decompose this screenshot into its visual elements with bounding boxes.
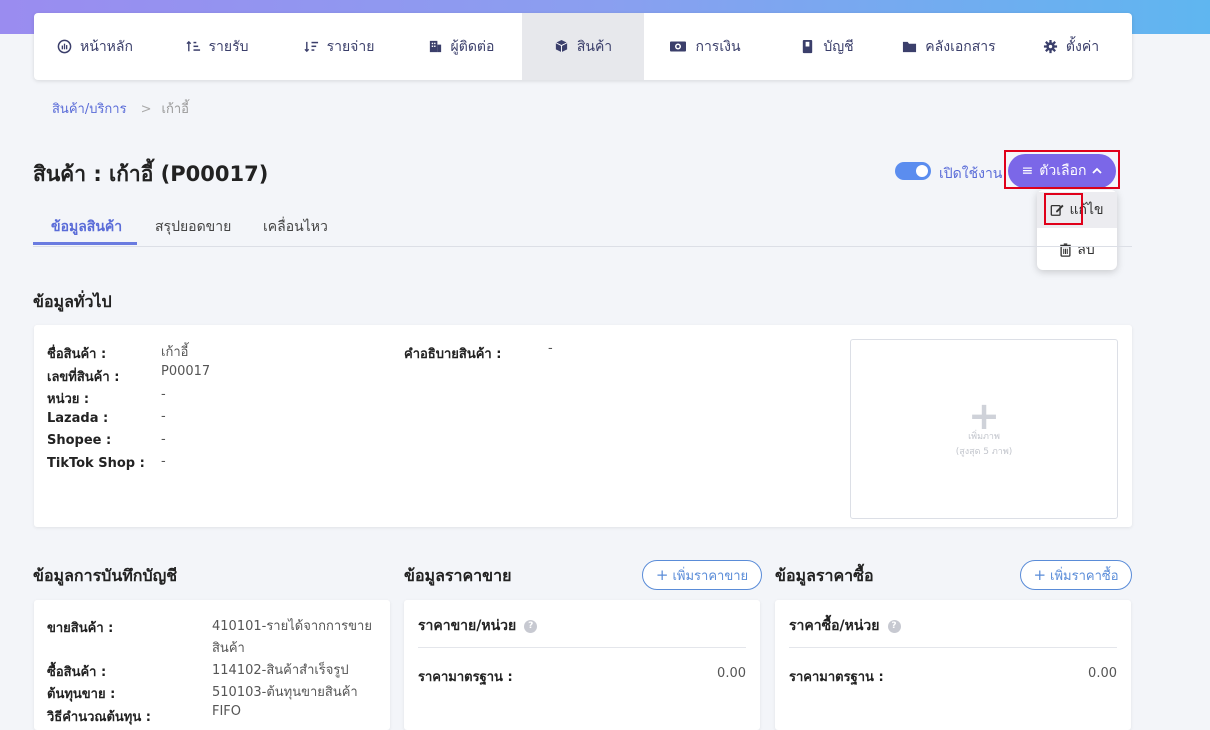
nav-contacts[interactable]: ผู้ติดต่อ (400, 13, 522, 80)
field-value: - (161, 387, 166, 402)
field-value: สินค้า (212, 641, 245, 656)
breadcrumb-parent-link[interactable]: สินค้า/บริการ (52, 102, 127, 117)
image-hint-line: เพิ่มภาพ (968, 432, 1000, 442)
nav-income[interactable]: รายรับ (156, 13, 278, 80)
nav-label: ผู้ติดต่อ (450, 38, 495, 55)
tab-sales-summary[interactable]: สรุปยอดขาย (155, 216, 231, 238)
page-title: สินค้า : เก้าอี้ (P00017) (33, 162, 269, 186)
field-label: วิธีคำนวณต้นทุน : (47, 710, 151, 725)
field-label: TikTok Shop : (47, 456, 145, 471)
image-hint: เพิ่มภาพ (สูงสุด 5 ภาพ) (851, 430, 1117, 460)
active-toggle-label: เปิดใช้งาน (939, 166, 1003, 182)
buy-price-subheading: ราคาซื้อ/หน่วย ? (789, 615, 901, 637)
tab-movements[interactable]: เคลื่อนไหว (263, 216, 328, 238)
nav-home[interactable]: หน้าหลัก (34, 13, 156, 80)
field-value: - (161, 409, 166, 424)
field-value: เก้าอี้ (161, 345, 189, 360)
buy-price-title: ข้อมูลราคาซื้อ (775, 566, 874, 585)
plus-icon: + (655, 566, 669, 584)
box-icon (555, 39, 568, 53)
field-value: FIFO (212, 704, 242, 719)
field-label: ขายสินค้า : (47, 621, 114, 636)
sale-price-subheading: ราคาขาย/หน่วย ? (418, 615, 538, 637)
folder-icon (903, 41, 917, 53)
money-icon (670, 41, 687, 52)
options-highlight-box (1004, 150, 1120, 189)
nav-label: การเงิน (695, 38, 741, 55)
add-image-area[interactable]: + เพิ่มภาพ (สูงสุด 5 ภาพ) (850, 339, 1118, 519)
nav-label: สินค้า (576, 38, 613, 55)
field-value: - (161, 432, 166, 447)
book-icon (803, 39, 813, 54)
description-value: - (548, 341, 553, 356)
gear-icon (1043, 39, 1057, 54)
help-icon[interactable]: ? (524, 619, 538, 633)
image-hint-line: (สูงสุด 5 ภาพ) (955, 447, 1013, 457)
field-label: Lazada : (47, 411, 109, 426)
nav-finance[interactable]: การเงิน (644, 13, 766, 80)
product-tabs: ข้อมูลสินค้า สรุปยอดขาย เคลื่อนไหว (33, 206, 1132, 247)
field-value: 510103-ต้นทุนขายสินค้า (212, 685, 358, 700)
add-sale-price-label: เพิ่มราคาขาย (672, 568, 749, 584)
sale-price-title: ข้อมูลราคาขาย (404, 566, 512, 585)
field-value: - (161, 454, 166, 469)
buy-price-subheading-text: ราคาซื้อ/หน่วย (789, 618, 880, 634)
field-label: หน่วย : (47, 392, 90, 407)
nav-label: คลังเอกสาร (925, 38, 996, 55)
active-toggle[interactable] (895, 162, 931, 180)
sale-price-card: ราคาขาย/หน่วย ? ราคามาตรฐาน : 0.00 (404, 600, 760, 730)
nav-label: ตั้งค่า (1065, 38, 1100, 55)
field-value: 410101-รายได้จากการขาย (212, 619, 372, 634)
field-value: P00017 (161, 364, 211, 379)
nav-label: หน้าหลัก (80, 38, 133, 55)
standard-price-label: ราคามาตรฐาน : (789, 670, 884, 685)
income-sort-icon (185, 40, 200, 52)
general-info-title: ข้อมูลทั่วไป (33, 292, 112, 311)
breadcrumb-separator: > (140, 102, 152, 117)
standard-price-label: ราคามาตรฐาน : (418, 670, 513, 685)
dashboard-icon (57, 39, 72, 54)
field-label: เลขที่สินค้า : (47, 370, 120, 385)
plus-icon: + (1033, 566, 1047, 584)
divider (418, 647, 746, 648)
field-value: 114102-สินค้าสำเร็จรูป (212, 663, 349, 678)
breadcrumb: สินค้า/บริการ > เก้าอี้ (52, 98, 189, 119)
expense-sort-icon (304, 41, 318, 53)
tab-product-info[interactable]: ข้อมูลสินค้า (51, 216, 122, 238)
accounting-title: ข้อมูลการบันทึกบัญชี (33, 566, 178, 585)
nav-accounts[interactable]: บัญชี (766, 13, 888, 80)
field-label: ต้นทุนขาย : (47, 687, 116, 702)
nav-label: รายรับ (208, 38, 249, 55)
standard-price-value: 0.00 (717, 666, 746, 681)
nav-expense[interactable]: รายจ่าย (278, 13, 400, 80)
field-label: ซื้อสินค้า : (47, 665, 107, 680)
sale-price-subheading-text: ราคาขาย/หน่วย (418, 618, 517, 634)
breadcrumb-current: เก้าอี้ (161, 102, 189, 117)
nav-products[interactable]: สินค้า (522, 13, 644, 80)
add-sale-price-button[interactable]: + เพิ่มราคาขาย (642, 560, 762, 590)
description-label: คำอธิบายสินค้า : (404, 347, 502, 362)
nav-settings[interactable]: ตั้งค่า (1010, 13, 1132, 80)
help-icon[interactable]: ? (887, 619, 901, 633)
add-buy-price-label: เพิ่มราคาซื้อ (1050, 568, 1119, 584)
nav-label: รายจ่าย (326, 38, 375, 55)
active-tab-indicator (33, 242, 137, 245)
field-label: Shopee : (47, 433, 112, 448)
standard-price-value: 0.00 (1088, 666, 1117, 681)
accounting-card: ขายสินค้า : 410101-รายได้จากการขาย สินค้… (34, 600, 390, 730)
nav-documents[interactable]: คลังเอกสาร (888, 13, 1010, 80)
divider (789, 647, 1117, 648)
field-label: ชื่อสินค้า : (47, 347, 107, 362)
buy-price-card: ราคาซื้อ/หน่วย ? ราคามาตรฐาน : 0.00 (775, 600, 1131, 730)
building-icon (429, 40, 441, 53)
main-nav: หน้าหลัก รายรับ รายจ่าย ผู้ติดต่อ สินค้า… (34, 13, 1132, 80)
add-buy-price-button[interactable]: + เพิ่มราคาซื้อ (1020, 560, 1132, 590)
nav-label: บัญชี (823, 38, 854, 55)
